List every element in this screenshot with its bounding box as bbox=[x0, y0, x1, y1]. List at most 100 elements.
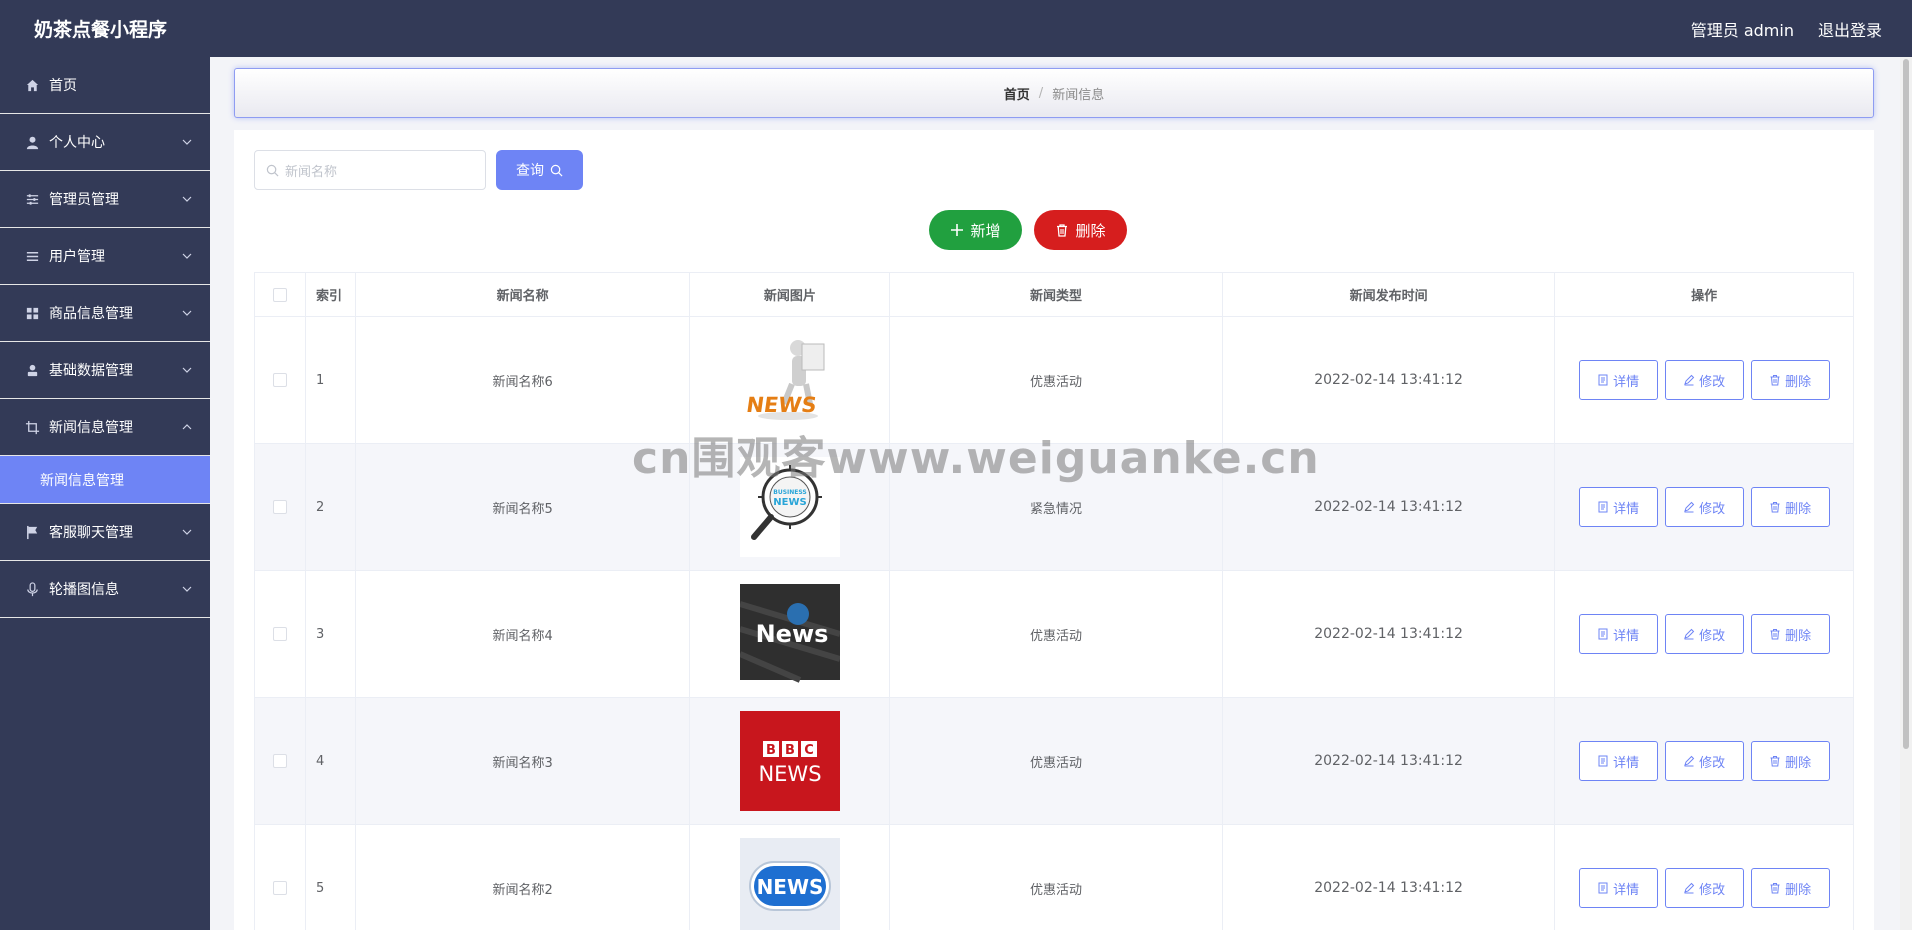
edit-label: 修改 bbox=[1699, 374, 1726, 390]
search-input[interactable]: 新闻名称 bbox=[254, 150, 486, 190]
header-time: 新闻发布时间 bbox=[1223, 273, 1556, 316]
delete-button[interactable]: 删除 bbox=[1750, 487, 1830, 527]
sidebar-item-customer-chat[interactable]: 客服聊天管理 bbox=[0, 504, 210, 561]
sidebar-subitem-news-info[interactable]: 新闻信息管理 bbox=[0, 456, 210, 504]
detail-label: 详情 bbox=[1613, 628, 1640, 644]
batch-delete-button[interactable]: 删除 bbox=[1034, 210, 1127, 250]
delete-button[interactable]: 删除 bbox=[1750, 360, 1830, 400]
svg-text:B: B bbox=[766, 743, 776, 758]
sidebar-item-news-management[interactable]: 新闻信息管理 bbox=[0, 399, 210, 456]
sidebar-item-label: 管理员管理 bbox=[49, 192, 119, 208]
sidebar-item-product-management[interactable]: 商品信息管理 bbox=[0, 285, 210, 342]
document-icon bbox=[1598, 501, 1608, 513]
sidebar-item-home[interactable]: 首页 bbox=[0, 57, 210, 114]
edit-button[interactable]: 修改 bbox=[1664, 741, 1744, 781]
home-icon bbox=[24, 77, 40, 93]
news-image-blue-button[interactable]: NEWS bbox=[739, 838, 840, 930]
trash-icon bbox=[1770, 502, 1780, 513]
edit-icon bbox=[1684, 374, 1695, 386]
edit-icon bbox=[1684, 501, 1695, 513]
row-checkbox[interactable] bbox=[272, 881, 287, 895]
news-image-3d-figure[interactable]: NEWS bbox=[739, 330, 840, 430]
edit-icon bbox=[1684, 755, 1695, 767]
search-placeholder: 新闻名称 bbox=[285, 164, 338, 180]
row-name: 新闻名称6 bbox=[356, 317, 691, 443]
document-icon bbox=[1598, 755, 1608, 767]
breadcrumb: 首页 / 新闻信息 bbox=[234, 68, 1874, 118]
edit-button[interactable]: 修改 bbox=[1664, 487, 1744, 527]
crop-icon bbox=[24, 419, 40, 435]
document-icon bbox=[1598, 374, 1608, 386]
svg-text:NEWS: NEWS bbox=[773, 497, 806, 508]
delete-button[interactable]: 删除 bbox=[1750, 741, 1830, 781]
delete-label: 删除 bbox=[1785, 755, 1812, 771]
delete-label: 删除 bbox=[1785, 882, 1812, 898]
row-index: 3 bbox=[306, 571, 356, 697]
row-type: 优惠活动 bbox=[890, 317, 1223, 443]
row-name: 新闻名称4 bbox=[356, 571, 691, 697]
row-index: 5 bbox=[306, 825, 356, 930]
row-time: 2022-02-14 13:41:12 bbox=[1223, 444, 1556, 570]
chevron-up-icon bbox=[182, 424, 192, 430]
chevron-down-icon bbox=[182, 139, 192, 145]
row-checkbox[interactable] bbox=[272, 754, 287, 768]
person-icon bbox=[24, 362, 40, 378]
edit-icon bbox=[1684, 628, 1695, 640]
sidebar-item-personal-center[interactable]: 个人中心 bbox=[0, 114, 210, 171]
sidebar-item-carousel[interactable]: 轮播图信息 bbox=[0, 561, 210, 618]
search-button-label: 查询 bbox=[516, 163, 544, 179]
row-checkbox[interactable] bbox=[272, 373, 287, 387]
edit-button[interactable]: 修改 bbox=[1664, 360, 1744, 400]
delete-button[interactable]: 删除 bbox=[1750, 614, 1830, 654]
scrollbar-thumb[interactable] bbox=[1903, 59, 1909, 749]
header-type: 新闻类型 bbox=[890, 273, 1223, 316]
detail-button[interactable]: 详情 bbox=[1578, 360, 1658, 400]
row-type: 优惠活动 bbox=[890, 825, 1223, 930]
detail-button[interactable]: 详情 bbox=[1578, 487, 1658, 527]
detail-button[interactable]: 详情 bbox=[1578, 868, 1658, 908]
delete-label: 删除 bbox=[1785, 628, 1812, 644]
add-button[interactable]: 新增 bbox=[929, 210, 1022, 250]
current-user-label: 管理员 admin bbox=[1690, 20, 1794, 40]
select-all-checkbox[interactable] bbox=[272, 287, 287, 302]
page-scrollbar[interactable] bbox=[1900, 57, 1912, 930]
table-header: 索引 新闻名称 新闻图片 新闻类型 新闻发布时间 操作 bbox=[255, 273, 1853, 317]
breadcrumb-home[interactable]: 首页 bbox=[1004, 84, 1030, 103]
news-image-business-magnifier[interactable]: BUSINESS NEWS bbox=[739, 457, 840, 557]
breadcrumb-current: 新闻信息 bbox=[1052, 87, 1105, 103]
news-image-bbc[interactable]: B B C NEWS bbox=[739, 711, 840, 811]
row-type: 紧急情况 bbox=[890, 444, 1223, 570]
search-button[interactable]: 查询 bbox=[496, 150, 583, 190]
sidebar-item-user-management[interactable]: 用户管理 bbox=[0, 228, 210, 285]
sidebar-item-admin-management[interactable]: 管理员管理 bbox=[0, 171, 210, 228]
plus-icon bbox=[951, 224, 964, 236]
header-index: 索引 bbox=[306, 273, 356, 316]
trash-icon bbox=[1770, 883, 1780, 894]
sliders-icon bbox=[24, 191, 40, 207]
search-icon bbox=[550, 164, 563, 176]
logout-link[interactable]: 退出登录 bbox=[1818, 17, 1882, 41]
edit-button[interactable]: 修改 bbox=[1664, 614, 1744, 654]
sidebar-subitem-label: 新闻信息管理 bbox=[40, 472, 124, 489]
sidebar-item-label: 个人中心 bbox=[49, 135, 105, 151]
sidebar-item-basic-data[interactable]: 基础数据管理 bbox=[0, 342, 210, 399]
sidebar-item-label: 商品信息管理 bbox=[49, 306, 133, 322]
detail-button[interactable]: 详情 bbox=[1578, 614, 1658, 654]
edit-label: 修改 bbox=[1699, 501, 1726, 517]
row-checkbox[interactable] bbox=[272, 627, 287, 641]
news-image-dark-globe[interactable]: News bbox=[739, 584, 840, 684]
detail-button[interactable]: 详情 bbox=[1578, 741, 1658, 781]
edit-button[interactable]: 修改 bbox=[1664, 868, 1744, 908]
delete-button[interactable]: 删除 bbox=[1750, 868, 1830, 908]
table-row: 2 新闻名称5 BUSINESS NEWS 紧急情况 2022-02-14 13… bbox=[255, 444, 1853, 571]
row-checkbox[interactable] bbox=[272, 500, 287, 514]
edit-label: 修改 bbox=[1699, 755, 1726, 771]
chevron-down-icon bbox=[182, 529, 192, 535]
sidebar-item-label: 首页 bbox=[49, 78, 77, 94]
delete-label: 删除 bbox=[1785, 374, 1812, 390]
row-name: 新闻名称5 bbox=[356, 444, 691, 570]
row-time: 2022-02-14 13:41:12 bbox=[1223, 317, 1556, 443]
trash-icon bbox=[1770, 375, 1780, 386]
header-ops: 操作 bbox=[1691, 289, 1718, 304]
row-index: 2 bbox=[306, 444, 356, 570]
